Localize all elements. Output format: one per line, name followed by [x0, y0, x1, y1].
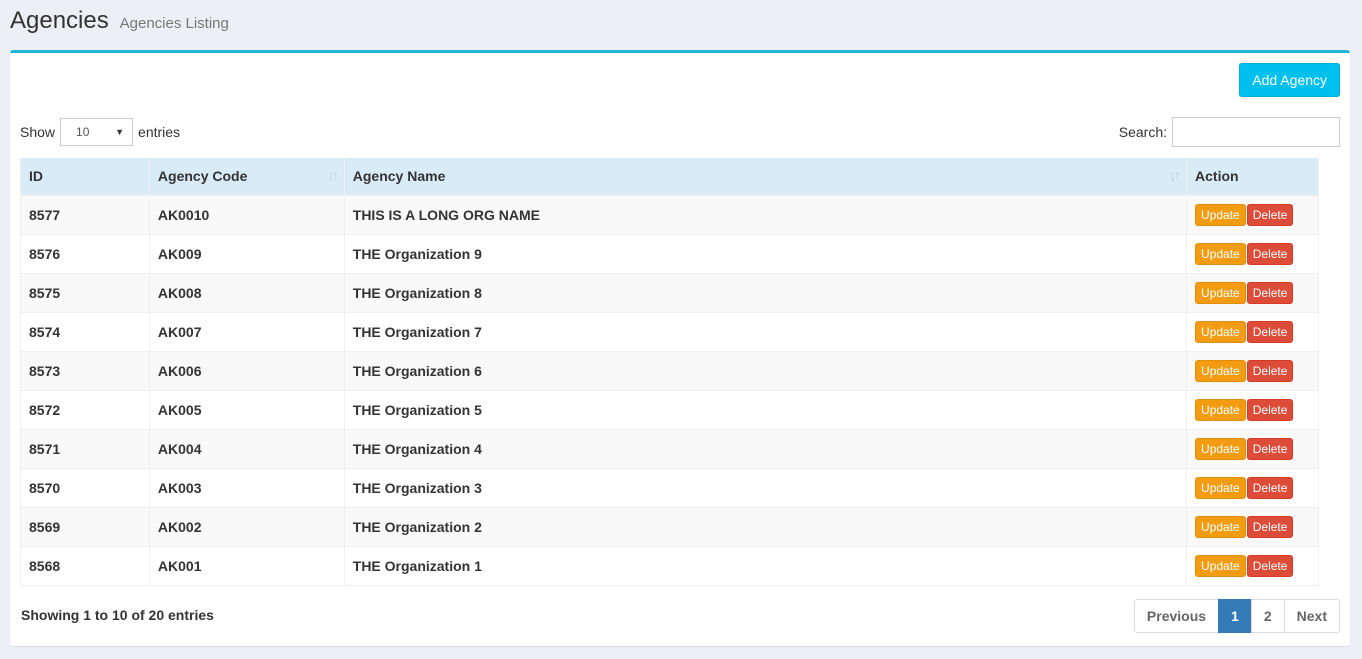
table-row: 8573 AK006 THE Organization 6 Update Delete: [20, 350, 1319, 391]
cell-agency-name: THE Organization 3: [343, 467, 1188, 508]
add-agency-button[interactable]: Add Agency: [1239, 63, 1340, 97]
cell-agency-name: THE Organization 6: [343, 350, 1188, 391]
cell-agency-name: THE Organization 8: [343, 272, 1188, 313]
pagination-previous[interactable]: Previous: [1133, 599, 1220, 633]
cell-agency-name: THE Organization 7: [343, 311, 1188, 352]
table-row: 8574 AK007 THE Organization 7 Update Delete: [20, 311, 1319, 352]
delete-button[interactable]: Delete: [1246, 476, 1294, 499]
entries-label: entries: [138, 124, 181, 140]
search-label: Search:: [1118, 124, 1167, 140]
delete-button[interactable]: Delete: [1246, 515, 1294, 538]
cell-id: 8570: [20, 467, 150, 508]
update-button[interactable]: Update: [1195, 437, 1246, 460]
cell-id: 8574: [20, 311, 150, 352]
cell-agency-code: AK001: [148, 545, 345, 586]
cell-actions: Update Delete: [1186, 311, 1319, 352]
pagination-page-2[interactable]: 2: [1250, 599, 1285, 633]
table-row: 8569 AK002 THE Organization 2 Update Delete: [20, 506, 1319, 547]
update-button[interactable]: Update: [1195, 359, 1246, 382]
column-header-action: Action: [1186, 158, 1319, 195]
cell-agency-name: THE Organization 9: [343, 233, 1188, 274]
cell-actions: Update Delete: [1186, 350, 1319, 391]
caret-down-icon: ▼: [115, 127, 125, 137]
page-header: Agencies Agencies Listing: [10, 7, 229, 39]
update-button[interactable]: Update: [1195, 476, 1246, 499]
search-input[interactable]: [1172, 117, 1340, 147]
cell-agency-code: AK002: [148, 506, 345, 547]
table-row: 8568 AK001 THE Organization 1 Update Delete: [20, 545, 1319, 586]
cell-agency-name: THE Organization 2: [343, 506, 1188, 547]
cell-agency-code: AK007: [148, 311, 345, 352]
delete-button[interactable]: Delete: [1246, 203, 1294, 226]
column-header-agency-code[interactable]: Agency Code ↓↑: [148, 158, 345, 195]
search-control: Search:: [1119, 117, 1340, 147]
cell-agency-code: AK006: [148, 350, 345, 391]
cell-id: 8576: [20, 233, 150, 274]
cell-agency-name: THE Organization 4: [343, 428, 1188, 469]
cell-id: 8577: [20, 194, 150, 235]
entries-per-page-select[interactable]: 10 ▼: [60, 118, 134, 146]
cell-agency-name: THIS IS A LONG ORG NAME: [343, 194, 1188, 235]
column-header-agency-name[interactable]: Agency Name ↓↑: [343, 158, 1188, 195]
pagination: Previous 1 2 Next: [1133, 599, 1340, 633]
update-button[interactable]: Update: [1195, 554, 1246, 577]
cell-actions: Update Delete: [1186, 233, 1319, 274]
cell-id: 8573: [20, 350, 150, 391]
delete-button[interactable]: Delete: [1246, 359, 1294, 382]
cell-actions: Update Delete: [1186, 389, 1319, 430]
cell-actions: Update Delete: [1186, 272, 1319, 313]
cell-agency-code: AK008: [148, 272, 345, 313]
table-header-row: ID Agency Code ↓↑ Agency Name ↓↑ Action: [20, 158, 1319, 195]
cell-agency-name: THE Organization 1: [343, 545, 1188, 586]
update-button[interactable]: Update: [1195, 242, 1246, 265]
cell-agency-code: AK009: [148, 233, 345, 274]
sort-icon[interactable]: ↓↑: [327, 168, 339, 185]
page-subtitle: Agencies Listing: [119, 15, 229, 32]
cell-agency-code: AK003: [148, 467, 345, 508]
cell-id: 8569: [20, 506, 150, 547]
cell-id: 8575: [20, 272, 150, 313]
cell-id: 8568: [20, 545, 150, 586]
cell-id: 8571: [20, 428, 150, 469]
table-info: Showing 1 to 10 of 20 entries: [21, 607, 214, 623]
cell-actions: Update Delete: [1186, 428, 1319, 469]
cell-agency-code: AK004: [148, 428, 345, 469]
cell-actions: Update Delete: [1186, 467, 1319, 508]
delete-button[interactable]: Delete: [1246, 554, 1294, 577]
cell-agency-code: AK005: [148, 389, 345, 430]
cell-actions: Update Delete: [1186, 194, 1319, 235]
entries-length-control: Show 10 ▼ entries: [20, 117, 180, 147]
delete-button[interactable]: Delete: [1246, 320, 1294, 343]
table-row: 8575 AK008 THE Organization 8 Update Delete: [20, 272, 1319, 313]
table-row: 8572 AK005 THE Organization 5 Update Delete: [20, 389, 1319, 430]
delete-button[interactable]: Delete: [1246, 398, 1294, 421]
update-button[interactable]: Update: [1195, 203, 1246, 226]
cell-agency-code: AK0010: [148, 194, 345, 235]
update-button[interactable]: Update: [1195, 281, 1246, 304]
cell-id: 8572: [20, 389, 150, 430]
cell-actions: Update Delete: [1186, 506, 1319, 547]
pagination-next[interactable]: Next: [1283, 599, 1340, 633]
page-title: Agencies: [10, 7, 109, 34]
update-button[interactable]: Update: [1195, 398, 1246, 421]
cell-agency-name: THE Organization 5: [343, 389, 1188, 430]
table-row: 8576 AK009 THE Organization 9 Update Delete: [20, 233, 1319, 274]
agencies-panel: Add Agency Show 10 ▼ entries Search: ID …: [10, 50, 1350, 646]
show-label: Show: [20, 124, 56, 140]
cell-actions: Update Delete: [1186, 545, 1319, 586]
update-button[interactable]: Update: [1195, 320, 1246, 343]
table-row: 8577 AK0010 THIS IS A LONG ORG NAME Update D…: [20, 194, 1319, 235]
sort-icon[interactable]: ↓↑: [1169, 168, 1181, 185]
table-row: 8570 AK003 THE Organization 3 Update Delete: [20, 467, 1319, 508]
delete-button[interactable]: Delete: [1246, 437, 1294, 460]
update-button[interactable]: Update: [1195, 515, 1246, 538]
delete-button[interactable]: Delete: [1246, 281, 1294, 304]
column-header-id: ID: [20, 158, 150, 195]
agencies-table: ID Agency Code ↓↑ Agency Name ↓↑ Action 85…: [20, 158, 1319, 586]
entries-per-page-value: 10: [76, 125, 90, 139]
pagination-page-1[interactable]: 1: [1218, 599, 1252, 633]
table-row: 8571 AK004 THE Organization 4 Update Delete: [20, 428, 1319, 469]
delete-button[interactable]: Delete: [1246, 242, 1294, 265]
